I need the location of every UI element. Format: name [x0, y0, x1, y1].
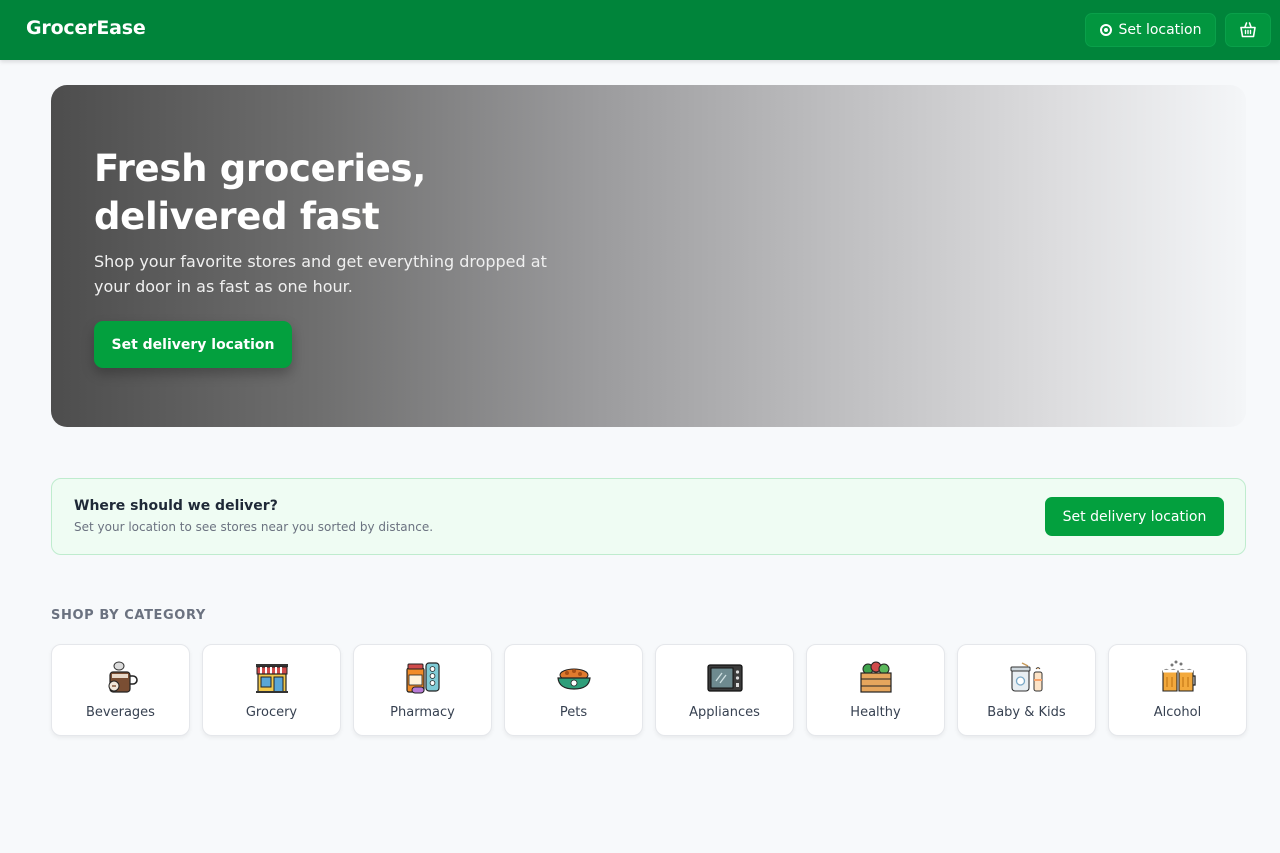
category-label: Alcohol: [1153, 705, 1202, 720]
vegetable-crate-icon: [857, 659, 895, 697]
pet-bowl-icon: [555, 659, 593, 697]
coffee-cup-icon: [102, 659, 140, 697]
category-label: Pharmacy: [390, 705, 455, 720]
category-healthy[interactable]: Healthy: [806, 644, 945, 736]
hero-title-line1: Fresh groceries,: [94, 147, 426, 190]
category-appliances[interactable]: Appliances: [655, 644, 794, 736]
category-label: Appliances: [689, 705, 760, 720]
category-baby-kids[interactable]: Baby & Kids: [957, 644, 1096, 736]
category-label: Grocery: [245, 705, 298, 720]
hero-title: Fresh groceries, delivered fast: [94, 145, 574, 241]
category-label: Pets: [559, 705, 588, 720]
beer-mugs-icon: [1159, 659, 1197, 697]
delivery-location-card: Where should we deliver? Set your locati…: [51, 478, 1246, 555]
brand-logo[interactable]: GrocerEase: [26, 17, 146, 39]
delivery-set-location-button[interactable]: Set delivery location: [1045, 497, 1224, 536]
set-location-button[interactable]: Set location: [1085, 13, 1216, 47]
hero-set-delivery-button[interactable]: Set delivery location: [94, 321, 292, 368]
hero-subtitle: Shop your favorite stores and get everyt…: [94, 252, 547, 296]
category-grocery[interactable]: Grocery: [202, 644, 341, 736]
category-heading: SHOP BY CATEGORY: [51, 608, 206, 623]
microwave-icon: [706, 659, 744, 697]
medicine-icon: [404, 659, 442, 697]
storefront-icon: [253, 659, 291, 697]
hero-title-line2: delivered fast: [94, 195, 380, 238]
baby-bottle-icon: [1008, 659, 1046, 697]
hero-banner: Fresh groceries, delivered fast Shop you…: [51, 85, 1246, 427]
category-alcohol[interactable]: Alcohol: [1108, 644, 1247, 736]
top-navbar: GrocerEase Set location: [0, 0, 1280, 60]
delivery-card-subtitle: Set your location to see stores near you…: [74, 520, 434, 534]
category-label: Healthy: [850, 705, 901, 720]
delivery-card-title: Where should we deliver?: [74, 498, 278, 514]
category-label: Beverages: [86, 705, 155, 720]
category-label: Baby & Kids: [987, 705, 1066, 720]
basket-icon: [1240, 22, 1256, 38]
cart-button[interactable]: [1225, 13, 1271, 47]
category-pharmacy[interactable]: Pharmacy: [353, 644, 492, 736]
set-location-label: Set location: [1118, 22, 1202, 38]
location-pin-icon: [1099, 24, 1112, 36]
category-list: Beverages Grocery Pharmacy Pets Applianc…: [51, 644, 1247, 736]
category-pets[interactable]: Pets: [504, 644, 643, 736]
category-beverages[interactable]: Beverages: [51, 644, 190, 736]
